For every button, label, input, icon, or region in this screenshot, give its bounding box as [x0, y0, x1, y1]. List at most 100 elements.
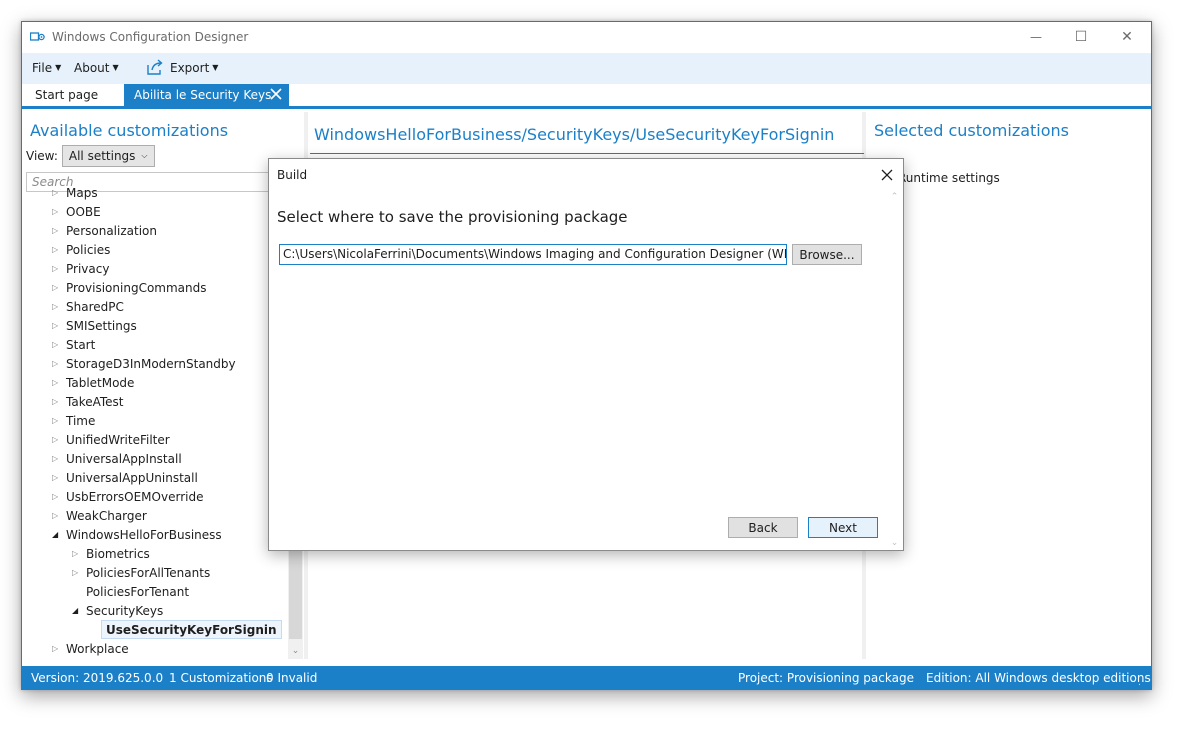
tree-item-label: UniversalAppUninstall: [66, 470, 198, 485]
collapsed-arrow-icon[interactable]: ▷: [72, 568, 86, 577]
expanded-arrow-icon[interactable]: ◢: [72, 606, 86, 615]
tree-item[interactable]: ▷ WeakCharger: [52, 506, 147, 525]
status-bar: Version: 2019.625.0.0 1 Customizations 0…: [22, 666, 1151, 690]
tree-item[interactable]: ▷ SMISettings: [52, 316, 137, 335]
menu-export[interactable]: Export ▼: [146, 59, 218, 76]
dialog-close-icon[interactable]: [877, 165, 897, 185]
view-select[interactable]: All settings ⌵: [61, 145, 155, 167]
menu-about[interactable]: About ▼: [74, 61, 119, 75]
resize-grip-icon[interactable]: ⋰: [1138, 677, 1147, 687]
collapsed-arrow-icon[interactable]: ▷: [52, 473, 66, 482]
tree-item[interactable]: ◢ SecurityKeys: [72, 601, 163, 620]
tree-item-label: PoliciesForTenant: [86, 584, 190, 599]
tree-item[interactable]: ▷ PoliciesForAllTenants: [72, 563, 210, 582]
tree-item-label: Policies: [66, 242, 111, 257]
tree-item[interactable]: ▷ Time: [52, 411, 95, 430]
tree-item[interactable]: ▷ OOBE: [52, 202, 101, 221]
tree-item[interactable]: UseSecurityKeyForSignin: [101, 620, 282, 639]
tree-item-label: PoliciesForAllTenants: [86, 565, 211, 580]
chevron-down-icon: ⌵: [141, 151, 148, 160]
tree-item[interactable]: ▷ ProvisioningCommands: [52, 278, 207, 297]
tree-item-label: TabletMode: [66, 375, 135, 390]
tree-item[interactable]: ▷ Biometrics: [72, 544, 150, 563]
next-button[interactable]: Next: [808, 517, 878, 538]
selected-customizations-panel: Selected customizations Runtime settings: [868, 112, 1151, 659]
collapsed-arrow-icon[interactable]: ▷: [52, 435, 66, 444]
collapsed-arrow-icon[interactable]: ▷: [52, 644, 66, 653]
collapsed-arrow-icon[interactable]: ▷: [52, 207, 66, 216]
tab-start-page[interactable]: Start page: [22, 84, 111, 106]
collapsed-arrow-icon[interactable]: ▷: [52, 340, 66, 349]
close-tab-icon[interactable]: [267, 85, 285, 103]
build-dialog: Build Select where to save the provision…: [268, 158, 904, 551]
chevron-down-icon: ▼: [212, 62, 219, 72]
tree-item[interactable]: ▷ Privacy: [52, 259, 109, 278]
tree-item-label: Start: [66, 337, 96, 352]
tree-item[interactable]: ▷ Maps: [52, 188, 98, 202]
tree-item[interactable]: ▷ Personalization: [52, 221, 157, 240]
tree-item[interactable]: ▷ Policies: [52, 240, 110, 259]
maximize-button[interactable]: ☐: [1058, 22, 1104, 52]
scroll-up-icon[interactable]: ⌃: [887, 189, 902, 205]
menu-file[interactable]: File ▼: [32, 61, 61, 75]
maximize-icon: ☐: [1074, 29, 1088, 45]
collapsed-arrow-icon[interactable]: ▷: [52, 416, 66, 425]
collapsed-arrow-icon[interactable]: ▷: [52, 283, 66, 292]
collapsed-arrow-icon[interactable]: ▷: [52, 454, 66, 463]
tree-item-label: SecurityKeys: [86, 603, 164, 618]
setting-path-title: WindowsHelloForBusiness/SecurityKeys/Use…: [314, 125, 835, 144]
tree-item[interactable]: ▷ SharedPC: [52, 297, 124, 316]
collapsed-arrow-icon[interactable]: ▷: [52, 188, 66, 197]
scroll-down-icon[interactable]: ⌄: [288, 643, 303, 659]
tree-item[interactable]: ▷ UniversalAppInstall: [52, 449, 182, 468]
collapsed-arrow-icon[interactable]: ▷: [52, 359, 66, 368]
tree-item[interactable]: PoliciesForTenant: [72, 582, 189, 601]
tree-item-label: UnifiedWriteFilter: [66, 432, 170, 447]
tree-item[interactable]: ▷ UsbErrorsOEMOverride: [52, 487, 203, 506]
collapsed-arrow-icon[interactable]: ▷: [52, 321, 66, 330]
tree-item-label: Biometrics: [86, 546, 150, 561]
dialog-scrollbar[interactable]: ⌃ ⌄: [887, 189, 902, 551]
tree-item[interactable]: ▷ TakeATest: [52, 392, 124, 411]
tab-project-label: Abilita le Security Keys: [134, 88, 272, 102]
tree-item-label: Privacy: [66, 261, 110, 276]
menu-export-label: Export: [170, 60, 210, 75]
tree-item[interactable]: ▷ StorageD3InModernStandby: [52, 354, 236, 373]
scroll-down-icon[interactable]: ⌄: [887, 535, 902, 551]
collapsed-arrow-icon[interactable]: ▷: [52, 378, 66, 387]
tree-item-label: UseSecurityKeyForSignin: [101, 620, 282, 639]
expanded-arrow-icon[interactable]: ◢: [52, 530, 66, 539]
back-button[interactable]: Back: [728, 517, 798, 538]
collapsed-arrow-icon[interactable]: ▷: [52, 264, 66, 273]
close-window-button[interactable]: ✕: [1104, 22, 1150, 52]
tree-item-label: Workplace: [66, 641, 129, 656]
collapsed-arrow-icon[interactable]: ▷: [72, 549, 86, 558]
collapsed-arrow-icon[interactable]: ▷: [52, 302, 66, 311]
tree-item[interactable]: ▷ Start: [52, 335, 95, 354]
collapsed-arrow-icon[interactable]: ▷: [52, 245, 66, 254]
tree-item-label: SMISettings: [66, 318, 137, 333]
runtime-settings-item[interactable]: Runtime settings: [898, 171, 1000, 185]
tree-item-label: Maps: [66, 188, 98, 200]
status-edition: Edition: All Windows desktop editions: [926, 671, 1151, 685]
view-row: View: All settings ⌵: [26, 145, 155, 167]
collapsed-arrow-icon[interactable]: ▷: [52, 226, 66, 235]
minimize-button[interactable]: —: [1013, 22, 1059, 52]
collapsed-arrow-icon[interactable]: ▷: [52, 511, 66, 520]
tree-item[interactable]: ◢ WindowsHelloForBusiness: [52, 525, 222, 544]
tree-item[interactable]: ▷ TabletMode: [52, 373, 134, 392]
tree-item-label: TakeATest: [66, 394, 124, 409]
tree-item[interactable]: ▷ UniversalAppUninstall: [52, 468, 198, 487]
collapsed-arrow-icon[interactable]: ▷: [52, 397, 66, 406]
browse-button[interactable]: Browse...: [792, 244, 862, 265]
collapsed-arrow-icon[interactable]: ▷: [52, 492, 66, 501]
minimize-icon: —: [1030, 30, 1042, 44]
tree-item[interactable]: ▷ Workplace: [52, 639, 129, 658]
tree-item[interactable]: ▷ UnifiedWriteFilter: [52, 430, 170, 449]
app-icon: [30, 32, 45, 41]
save-path-input[interactable]: C:\Users\NicolaFerrini\Documents\Windows…: [279, 244, 787, 265]
window-title: Windows Configuration Designer: [52, 30, 249, 44]
tab-project[interactable]: Abilita le Security Keys: [124, 84, 289, 106]
available-customizations-title: Available customizations: [30, 121, 229, 140]
tree-item-label: StorageD3InModernStandby: [66, 356, 236, 371]
